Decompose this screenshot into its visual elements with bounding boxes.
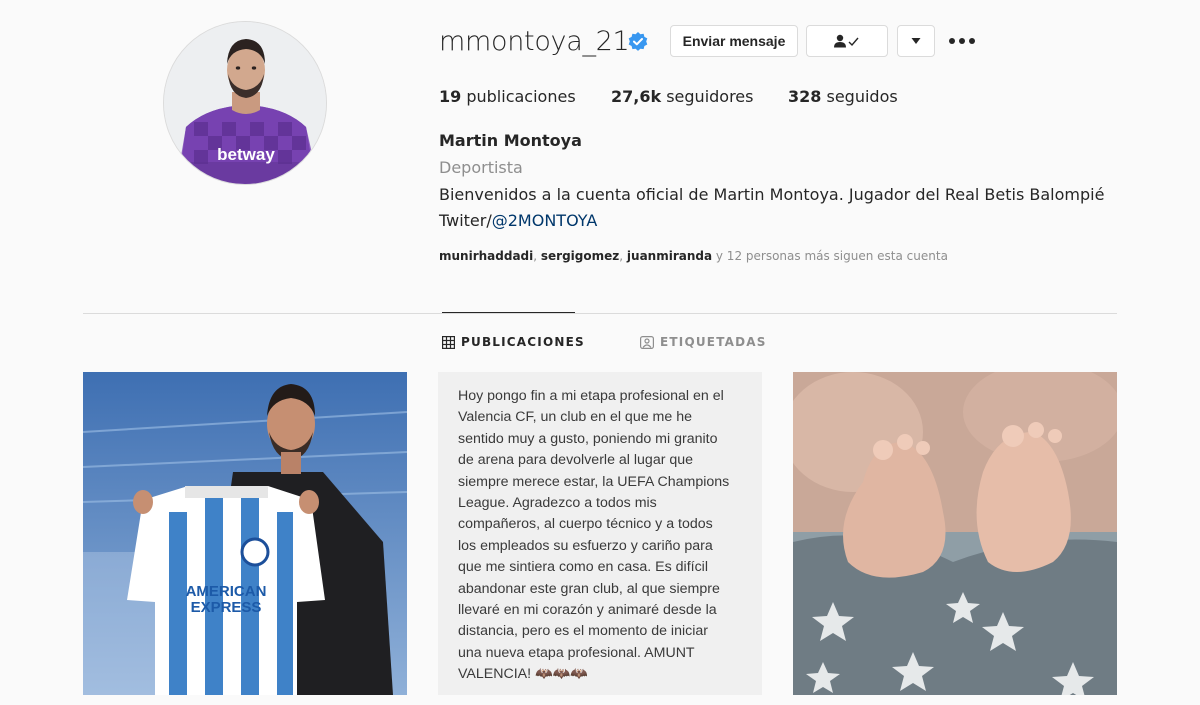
baby-feet-photo: [793, 372, 1117, 695]
followed-by-suffix: y 12 personas más siguen esta cuenta: [712, 249, 948, 263]
more-options-icon[interactable]: [949, 32, 975, 50]
following-button[interactable]: [806, 25, 888, 57]
post-text-line: los empleados su esfuerzo y cariño para: [458, 537, 713, 554]
profile-username: mmontoya_21: [439, 26, 630, 57]
follower-username[interactable]: juanmiranda: [627, 249, 712, 263]
tab-label: PUBLICACIONES: [461, 335, 585, 349]
grid-icon: [442, 335, 455, 349]
post-text-line: sentido muy a gusto, poniendo mi granito: [458, 430, 718, 447]
following-stat[interactable]: 328 seguidos: [788, 87, 898, 106]
bio-twitter-prefix: Twiter/: [439, 211, 492, 230]
following-count: 328: [788, 87, 822, 106]
post-text-line: compañeros, al cuerpo técnico y a todos: [458, 516, 713, 533]
bio-text-line: Bienvenidos a la cuenta oficial de Marti…: [439, 185, 1105, 204]
post-text-line: de arena para devolverle al lugar que: [458, 452, 694, 469]
posts-count: 19: [439, 87, 462, 106]
svg-text:AMERICAN: AMERICAN: [186, 583, 267, 600]
post-thumbnail[interactable]: Hoy pongo fin a mi etapa profesional en …: [438, 372, 762, 695]
followers-count: 27,6k: [611, 87, 662, 106]
follower-username[interactable]: munirhaddadi: [439, 249, 533, 263]
post-thumbnail[interactable]: AMERICAN EXPRESS: [83, 372, 407, 695]
player-jersey-photo: AMERICAN EXPRESS: [83, 372, 407, 695]
post-thumbnail[interactable]: [793, 372, 1117, 695]
post-text-line: que me sintiera como en casa. Es difícil: [458, 559, 708, 576]
post-text-line: siempre merece estar, la UEFA Champions: [458, 473, 730, 490]
following-label: seguidos: [821, 87, 898, 106]
bio-mention-link[interactable]: @2MONTOYA: [492, 211, 598, 230]
bio-twitter-line: Twiter/@2MONTOYA: [439, 211, 597, 230]
profile-avatar[interactable]: betway: [163, 21, 327, 185]
svg-text:EXPRESS: EXPRESS: [191, 599, 262, 616]
post-text-line: League. Agradezco a todos mis: [458, 495, 657, 512]
svg-text:betway: betway: [217, 145, 275, 164]
person-check-icon: [834, 34, 859, 48]
posts-label: publicaciones: [461, 87, 576, 106]
post-text-line: Hoy pongo fin a mi etapa profesional en …: [458, 388, 724, 404]
posts-stat: 19 publicaciones: [439, 87, 576, 106]
active-tab-indicator: [442, 312, 575, 313]
tab-publicaciones[interactable]: PUBLICACIONES: [442, 335, 585, 349]
profile-full-name: Martin Montoya: [439, 131, 582, 150]
post-text-line: distancia, pero es el momento de iniciar: [458, 623, 708, 640]
follower-username[interactable]: sergigomez: [541, 249, 619, 263]
post-text-line: abandonar este gran club, al que siempre: [458, 580, 720, 597]
separator: ,: [619, 249, 627, 263]
post-text-line: Valencia CF, un club en el que me he: [458, 409, 692, 426]
followers-stat[interactable]: 27,6k seguidores: [611, 87, 753, 106]
caret-down-icon: [911, 38, 921, 44]
profile-category: Deportista: [439, 158, 523, 177]
post-text-content: Hoy pongo fin a mi etapa profesional en …: [458, 386, 748, 686]
followed-by-text[interactable]: munirhaddadi, sergigomez, juanmiranda y …: [439, 249, 948, 263]
post-text-line: una nueva etapa profesional. AMUNT: [458, 644, 695, 661]
tabs-divider: [83, 313, 1117, 314]
post-text-line: llevaré en mi corazón y animaré desde la: [458, 602, 717, 619]
avatar-photo: betway: [164, 22, 326, 184]
tab-etiquetadas[interactable]: ETIQUETADAS: [640, 335, 767, 349]
verified-badge-icon: [628, 32, 648, 51]
post-text-line: VALENCIA! 🦇🦇🦇: [458, 666, 589, 683]
tag-icon: [640, 335, 654, 349]
tab-label: ETIQUETADAS: [660, 335, 767, 349]
suggestions-dropdown-button[interactable]: [897, 25, 935, 57]
separator: ,: [533, 249, 541, 263]
followers-label: seguidores: [661, 87, 754, 106]
send-message-button[interactable]: Enviar mensaje: [670, 25, 798, 57]
